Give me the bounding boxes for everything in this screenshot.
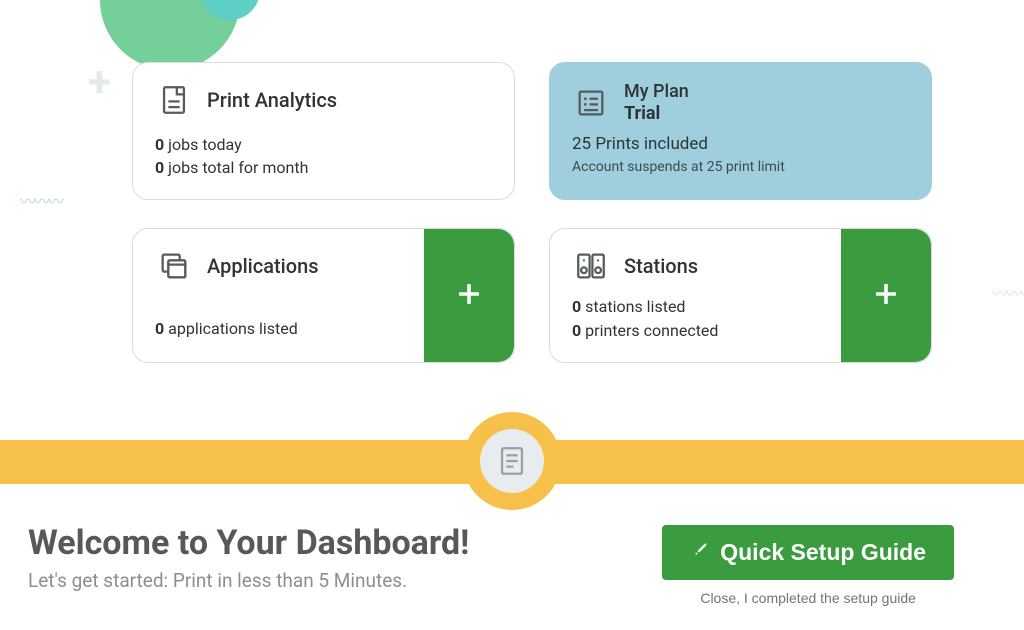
plan-note: Account suspends at 25 print limit bbox=[572, 159, 909, 175]
document-icon bbox=[480, 429, 544, 493]
printers-label: printers connected bbox=[581, 321, 718, 340]
card-title: Applications bbox=[207, 254, 319, 278]
jobs-today-label: jobs today bbox=[164, 135, 242, 154]
printers-count: 0 bbox=[572, 321, 581, 340]
jobs-month-label: jobs total for month bbox=[164, 158, 308, 177]
jobs-month-count: 0 bbox=[155, 158, 164, 177]
card-stations[interactable]: Stations 0 stations listed 0 printers co… bbox=[549, 228, 932, 362]
applications-count: 0 bbox=[155, 319, 164, 338]
welcome-title: Welcome to Your Dashboard! bbox=[28, 523, 469, 563]
document-icon bbox=[155, 81, 193, 119]
card-print-analytics[interactable]: Print Analytics 0 jobs today 0 jobs tota… bbox=[132, 62, 515, 200]
close-setup-link[interactable]: Close, I completed the setup guide bbox=[700, 590, 916, 606]
stations-count: 0 bbox=[572, 297, 581, 316]
card-applications[interactable]: Applications 0 applications listed bbox=[132, 228, 515, 362]
list-icon bbox=[572, 84, 610, 122]
plan-name: Trial bbox=[624, 103, 689, 125]
setup-area: Quick Setup Guide Close, I completed the… bbox=[662, 525, 954, 606]
quick-setup-guide-button[interactable]: Quick Setup Guide bbox=[662, 525, 954, 580]
card-body: 0 jobs today 0 jobs total for month bbox=[155, 133, 492, 179]
card-my-plan[interactable]: My Plan Trial 25 Prints included Account… bbox=[549, 62, 932, 200]
plus-icon bbox=[869, 277, 903, 314]
bg-plus-decor: + bbox=[88, 62, 111, 104]
dashboard-cards: Print Analytics 0 jobs today 0 jobs tota… bbox=[132, 62, 932, 363]
welcome-subtitle: Let's get started: Print in less than 5 … bbox=[28, 569, 469, 592]
welcome-section: Welcome to Your Dashboard! Let's get sta… bbox=[28, 523, 469, 592]
applications-label: applications listed bbox=[164, 319, 298, 338]
card-body: 0 applications listed bbox=[155, 317, 404, 340]
card-body: 0 stations listed 0 printers connected bbox=[572, 295, 821, 341]
card-title: Print Analytics bbox=[207, 88, 337, 112]
setup-button-label: Quick Setup Guide bbox=[720, 539, 926, 566]
bg-zigzag: 〰〰〰 bbox=[992, 280, 1024, 304]
stations-icon bbox=[572, 247, 610, 285]
add-application-button[interactable] bbox=[424, 229, 514, 361]
card-title: Stations bbox=[624, 254, 698, 278]
plus-icon bbox=[452, 277, 486, 314]
divider-badge bbox=[463, 412, 561, 510]
plan-included: 25 Prints included bbox=[572, 132, 909, 157]
bg-zigzag: 〰〰〰 bbox=[20, 188, 62, 212]
windows-icon bbox=[155, 247, 193, 285]
stations-label: stations listed bbox=[581, 297, 685, 316]
jobs-today-count: 0 bbox=[155, 135, 164, 154]
plan-heading: My Plan bbox=[624, 81, 689, 103]
rocket-icon bbox=[690, 539, 710, 566]
add-station-button[interactable] bbox=[841, 229, 931, 361]
